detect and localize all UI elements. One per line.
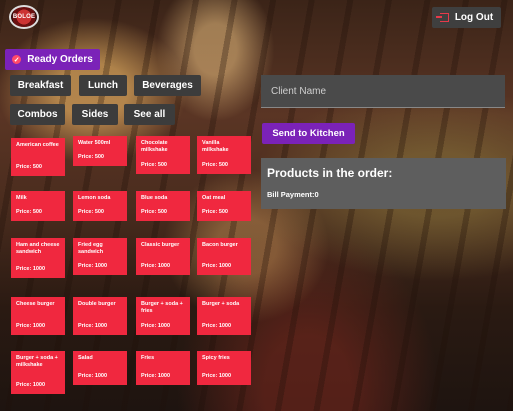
category-lunch-button[interactable]: Lunch	[79, 75, 127, 96]
product-card[interactable]: Burger + soda + fries Price: 1000	[136, 297, 190, 335]
product-price: Price: 1000	[141, 373, 171, 380]
product-price: Price: 500	[78, 209, 104, 216]
product-price: Price: 500	[202, 209, 228, 216]
product-card[interactable]: Milk Price: 500	[11, 191, 65, 221]
client-name-input[interactable]: Client Name	[261, 75, 505, 108]
product-price: Price: 1000	[78, 373, 108, 380]
order-summary-panel: Products in the order: Bill Payment:0	[261, 158, 506, 209]
product-name: Burger + soda	[202, 301, 240, 307]
product-card[interactable]: Salad Price: 1000	[73, 351, 127, 385]
category-see-all-button[interactable]: See all	[124, 104, 175, 125]
ready-orders-label: Ready Orders	[27, 54, 93, 65]
product-price: Price: 1000	[202, 263, 232, 270]
product-price: Price: 1000	[16, 266, 46, 273]
product-price: Price: 500	[202, 162, 228, 169]
product-price: Price: 1000	[78, 263, 108, 270]
product-price: Price: 500	[78, 154, 104, 161]
product-price: Price: 1000	[141, 323, 171, 330]
product-card[interactable]: Fried egg sandwich Price: 1000	[73, 238, 127, 275]
product-name: Oat meal	[202, 195, 226, 201]
product-card[interactable]: Classic burger Price: 1000	[136, 238, 190, 275]
product-price: Price: 1000	[202, 323, 232, 330]
product-name: Water 500ml	[78, 140, 111, 146]
product-name: Spicy fries	[202, 355, 230, 361]
product-card[interactable]: Cheese burger Price: 1000	[11, 297, 65, 335]
bill-payment: Bill Payment:0	[267, 190, 319, 199]
category-beverages-button[interactable]: Beverages	[134, 75, 201, 96]
product-name: Milk	[16, 195, 27, 201]
product-card[interactable]: Vanilla milkshake Price: 500	[197, 136, 251, 174]
product-name: Chocolate milkshake	[141, 140, 168, 153]
logo-text: BOLOE	[12, 14, 36, 20]
product-card[interactable]: Double burger Price: 1000	[73, 297, 127, 335]
product-name: Blue soda	[141, 195, 168, 201]
product-card[interactable]: Fries Price: 1000	[136, 351, 190, 385]
product-price: Price: 1000	[16, 382, 46, 389]
product-card[interactable]: Oat meal Price: 500	[197, 191, 251, 221]
product-card[interactable]: Burger + soda + milkshake Price: 1000	[11, 351, 65, 394]
ready-orders-button[interactable]: ✓ Ready Orders	[5, 49, 100, 70]
product-card[interactable]: Water 500ml Price: 500	[73, 136, 127, 166]
product-name: Bacon burger	[202, 242, 238, 248]
product-price: Price: 1000	[141, 263, 171, 270]
product-name: Burger + soda + fries	[141, 301, 183, 314]
logout-label: Log Out	[454, 12, 494, 23]
product-name: American coffee	[16, 142, 59, 148]
category-breakfast-button[interactable]: Breakfast	[10, 75, 71, 96]
logout-button[interactable]: Log Out	[432, 7, 501, 28]
send-to-kitchen-button[interactable]: Send to Kitchen	[262, 123, 355, 144]
restaurant-logo: BOLOE	[9, 5, 39, 29]
product-card[interactable]: Bacon burger Price: 1000	[197, 238, 251, 275]
product-price: Price: 500	[16, 209, 42, 216]
product-card[interactable]: Blue soda Price: 500	[136, 191, 190, 221]
product-name: Lemon soda	[78, 195, 111, 201]
product-card[interactable]: Spicy fries Price: 1000	[197, 351, 251, 385]
product-name: Fries	[141, 355, 155, 361]
product-name: Fried egg sandwich	[78, 242, 104, 255]
product-card[interactable]: Burger + soda Price: 1000	[197, 297, 251, 335]
product-card[interactable]: Chocolate milkshake Price: 500	[136, 136, 190, 174]
check-circle-icon: ✓	[12, 55, 22, 64]
product-name: Burger + soda + milkshake	[16, 355, 58, 368]
product-name: Double burger	[78, 301, 116, 307]
product-name: Vanilla milkshake	[202, 140, 229, 153]
logout-icon	[435, 13, 449, 22]
product-price: Price: 1000	[202, 373, 232, 380]
product-price: Price: 500	[16, 164, 42, 171]
product-card[interactable]: Ham and cheese sandwich Price: 1000	[11, 238, 65, 278]
product-price: Price: 500	[141, 209, 167, 216]
category-sides-button[interactable]: Sides	[72, 104, 118, 125]
product-card[interactable]: American coffee Price: 500	[11, 138, 65, 176]
product-name: Salad	[78, 355, 93, 361]
product-name: Classic burger	[141, 242, 180, 248]
order-title: Products in the order:	[267, 166, 393, 180]
product-price: Price: 1000	[16, 323, 46, 330]
product-card[interactable]: Lemon soda Price: 500	[73, 191, 127, 221]
product-name: Ham and cheese sandwich	[16, 242, 60, 255]
category-combos-button[interactable]: Combos	[10, 104, 65, 125]
product-price: Price: 500	[141, 162, 167, 169]
product-price: Price: 1000	[78, 323, 108, 330]
product-name: Cheese burger	[16, 301, 55, 307]
